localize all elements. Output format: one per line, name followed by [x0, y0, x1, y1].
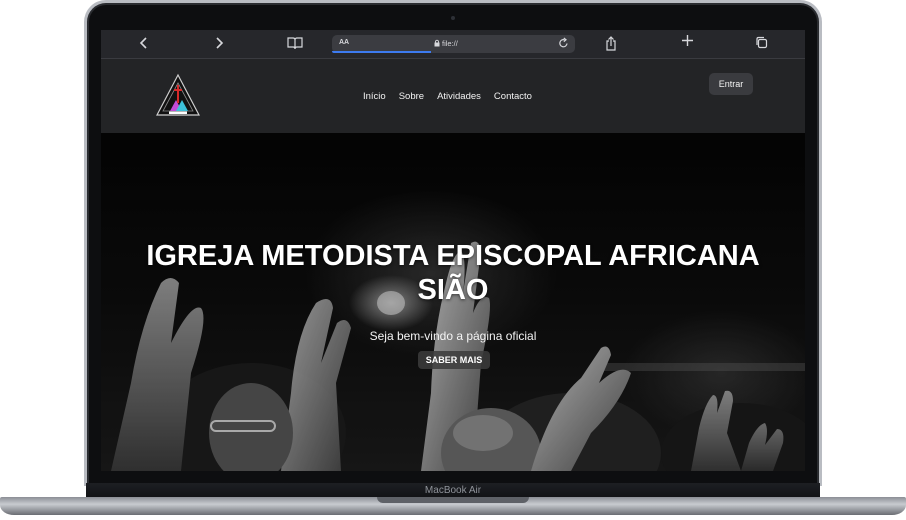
laptop-notch	[377, 497, 529, 503]
nav-atividades[interactable]: Atividades	[437, 91, 481, 102]
laptop-screen: AA file:// Início Sobre Atividades Conta…	[101, 30, 805, 471]
login-button[interactable]: Entrar	[709, 73, 753, 95]
hero-title-line-2: SIÃO	[417, 274, 489, 306]
hero-title-line-1: IGREJA METODISTA EPISCOPAL AFRICANA	[146, 240, 760, 272]
load-progress-bar	[332, 51, 431, 53]
address-bar[interactable]: AA file://	[332, 35, 575, 53]
nav-contacto[interactable]: Contacto	[494, 91, 532, 102]
chevron-left-icon[interactable]	[139, 36, 149, 53]
plus-icon[interactable]	[681, 34, 694, 50]
main-nav: Início Sobre Atividades Contacto	[363, 91, 532, 102]
lock-icon	[434, 39, 440, 49]
tabs-icon[interactable]	[755, 36, 768, 52]
camera-dot	[451, 16, 455, 20]
hero-subtitle: Seja bem-vindo a página oficial	[369, 329, 537, 343]
book-icon[interactable]	[287, 36, 303, 53]
chevron-right-icon[interactable]	[214, 36, 224, 53]
reader-aa-button[interactable]: AA	[339, 39, 349, 46]
model-label: MacBook Air	[424, 485, 482, 496]
site-header: Início Sobre Atividades Contacto Entrar	[101, 59, 805, 133]
church-logo[interactable]	[155, 73, 201, 117]
reload-icon[interactable]	[558, 37, 569, 52]
hero-title: IGREJA METODISTA EPISCOPAL AFRICANA SIÃO	[101, 239, 805, 307]
url-text: file://	[442, 39, 458, 48]
nav-sobre[interactable]: Sobre	[399, 91, 424, 102]
learn-more-button[interactable]: SABER MAIS	[418, 351, 490, 369]
share-icon[interactable]	[605, 36, 617, 54]
hero-section: IGREJA METODISTA EPISCOPAL AFRICANA SIÃO…	[101, 133, 805, 471]
browser-toolbar: AA file://	[101, 30, 805, 59]
nav-inicio[interactable]: Início	[363, 91, 386, 102]
